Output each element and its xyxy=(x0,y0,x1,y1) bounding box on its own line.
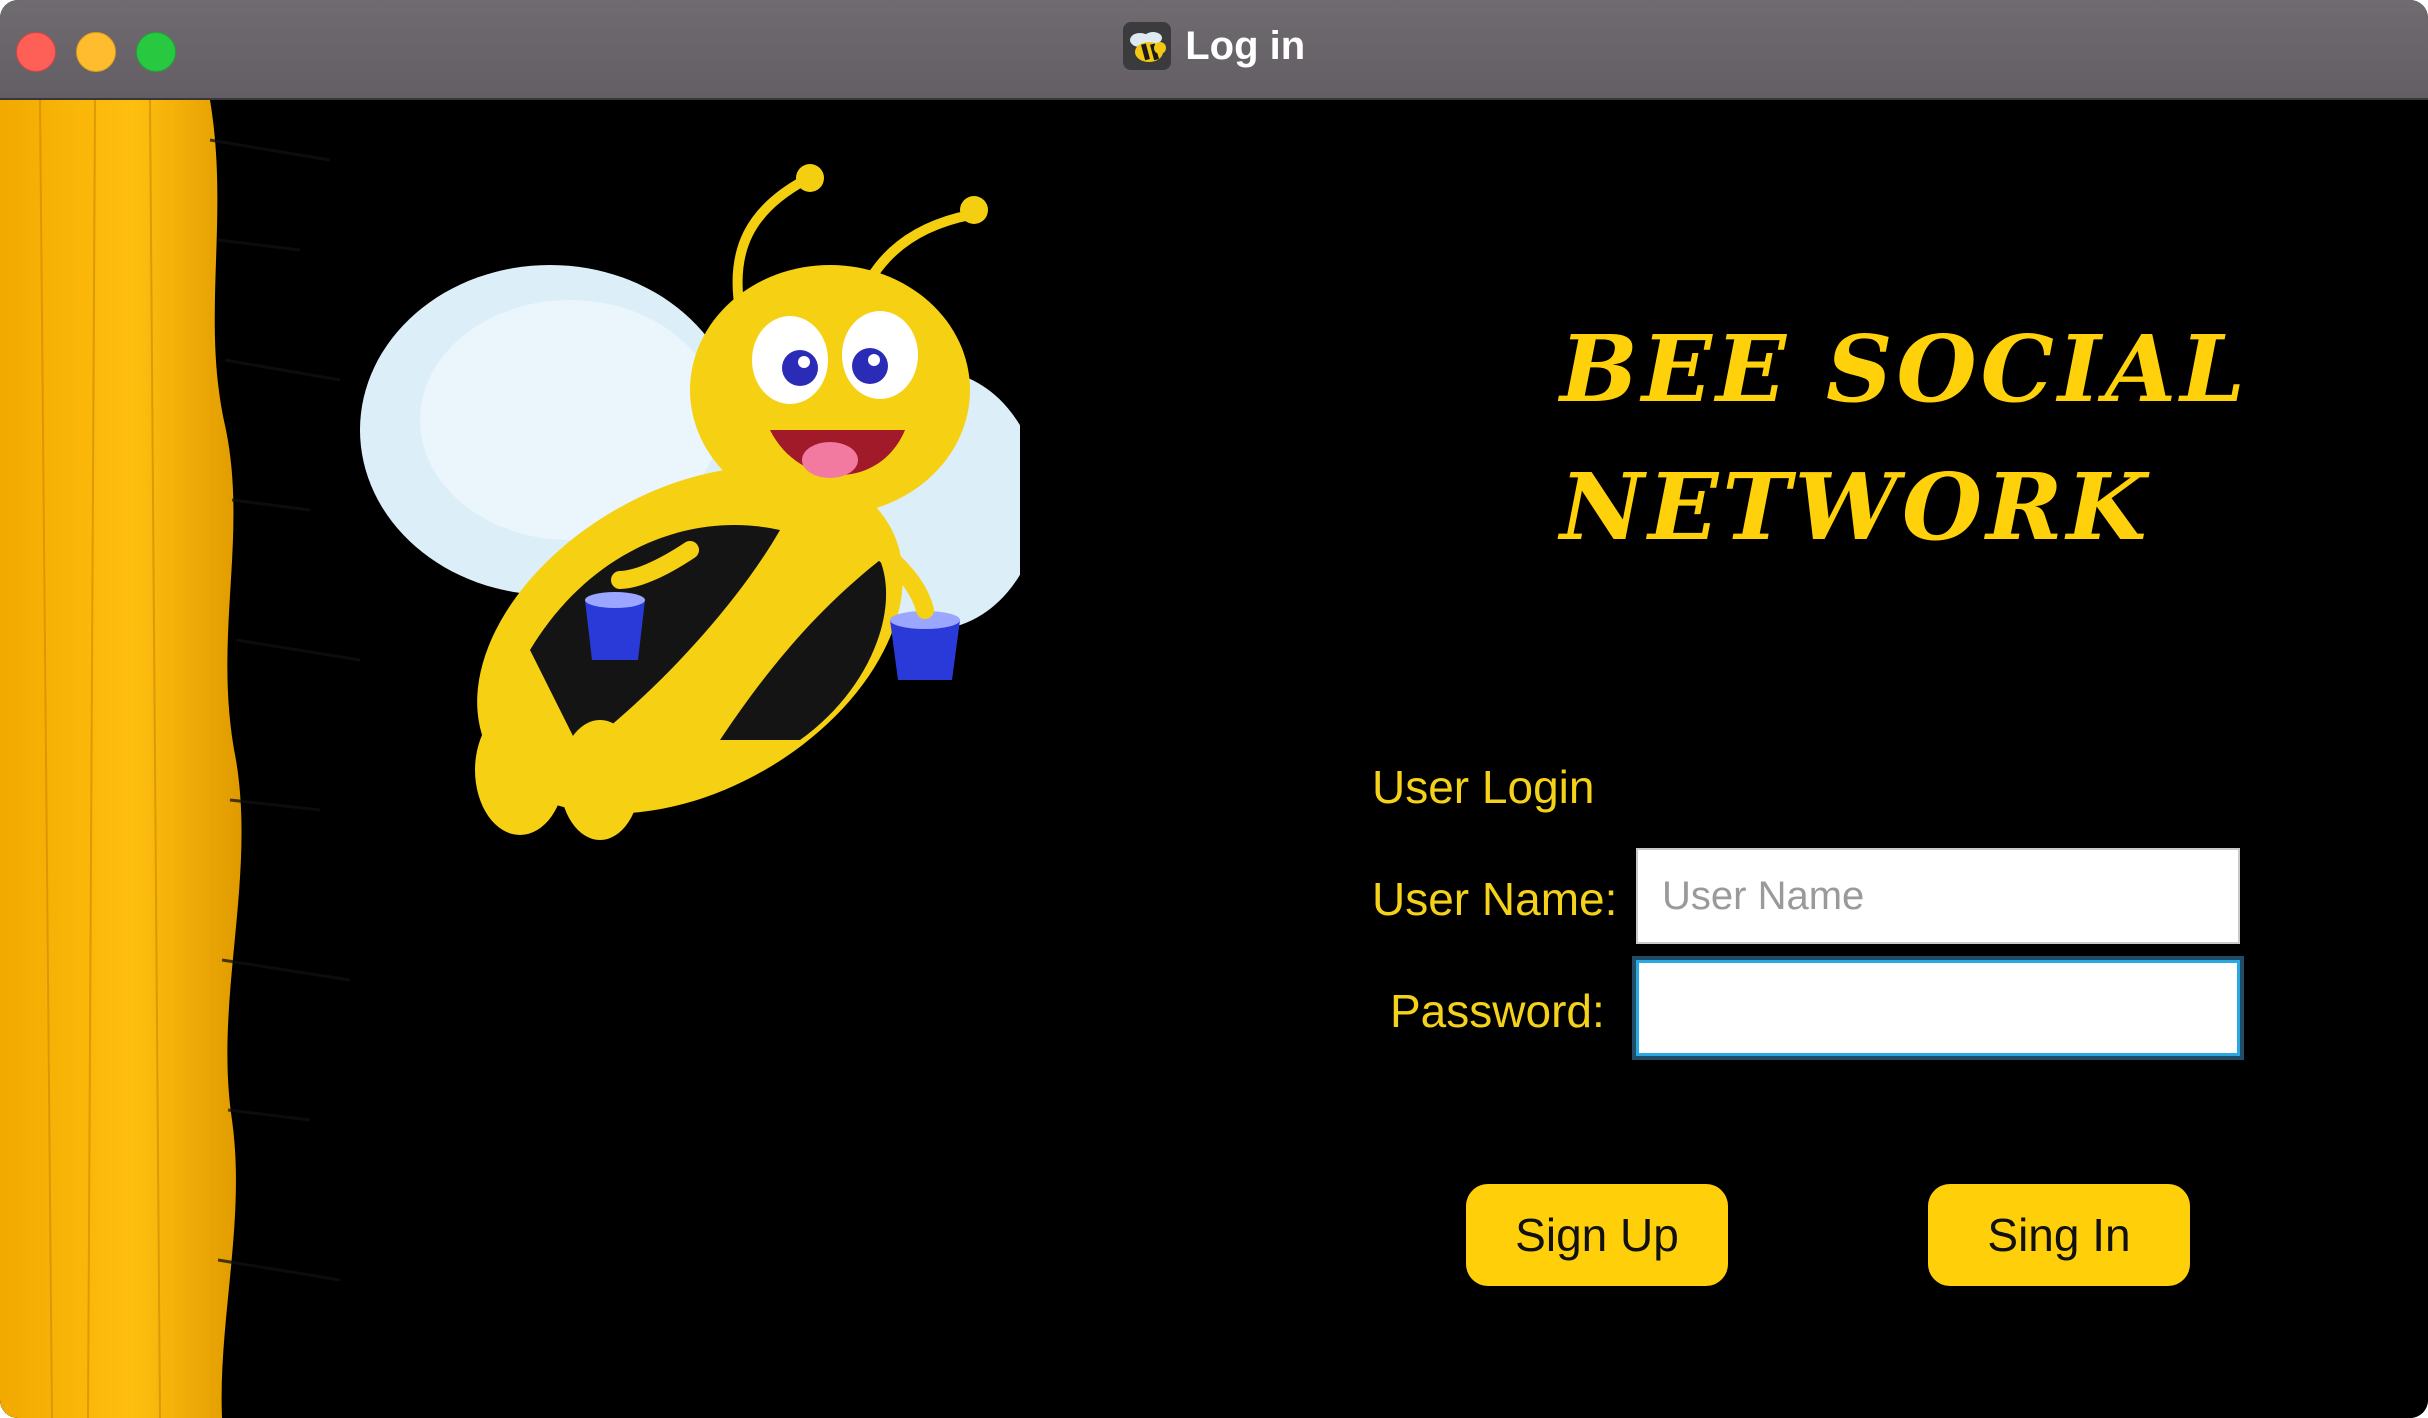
sign-up-button[interactable]: Sign Up xyxy=(1466,1184,1728,1286)
title-bar: Log in xyxy=(0,0,2428,100)
password-label: Password: xyxy=(1390,985,1605,1037)
login-content: Bee Social Network User Login User Name:… xyxy=(0,100,2428,1418)
username-label: User Name: xyxy=(1372,873,1618,925)
window-title: Log in xyxy=(1185,23,1306,68)
brand-logo: Bee Social Network xyxy=(1560,300,2249,576)
login-window: Log in BEE SOCIAL NETWORK User Login Use… xyxy=(0,0,2428,1418)
brand-line-2: Network xyxy=(1560,453,2151,561)
bee-app-icon xyxy=(1122,22,1171,70)
bee-mascot-illustration xyxy=(360,164,1020,840)
window-title-group: Log in xyxy=(0,22,2428,76)
password-input[interactable] xyxy=(1636,960,2240,1056)
form-title: User Login xyxy=(1372,761,1595,813)
sign-in-button[interactable]: Sing In xyxy=(1928,1184,2190,1286)
brand-line-1: Bee Social xyxy=(1560,315,2249,423)
username-input[interactable] xyxy=(1636,848,2240,944)
